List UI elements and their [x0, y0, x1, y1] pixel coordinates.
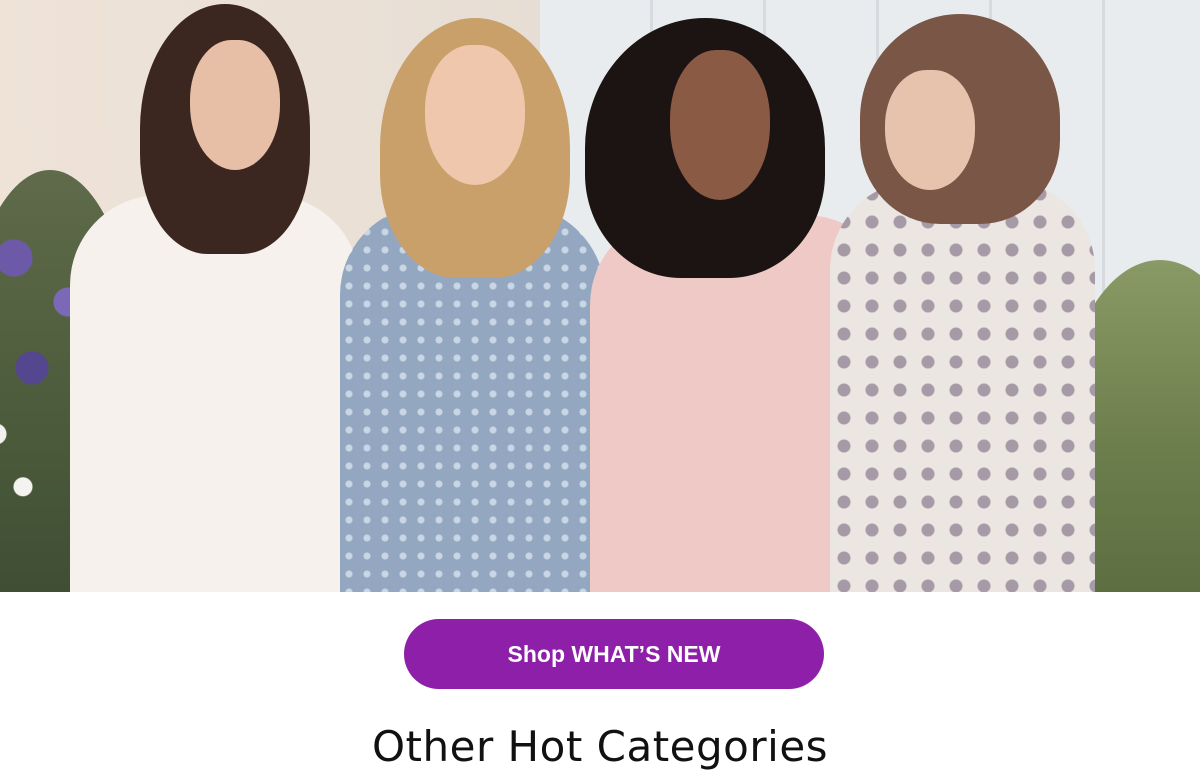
model-two [340, 0, 610, 592]
model-two-face [425, 45, 525, 185]
model-four-face [885, 70, 975, 190]
shop-whats-new-button[interactable]: Shop WHAT’S NEW [404, 619, 824, 689]
hero-image[interactable] [0, 0, 1200, 592]
model-one-face [190, 40, 280, 170]
model-three-face [670, 50, 770, 200]
model-four-top [830, 180, 1095, 592]
section-heading: Other Hot Categories [371, 722, 829, 771]
model-one [70, 0, 370, 592]
model-four [830, 0, 1100, 592]
model-one-top [70, 195, 360, 592]
